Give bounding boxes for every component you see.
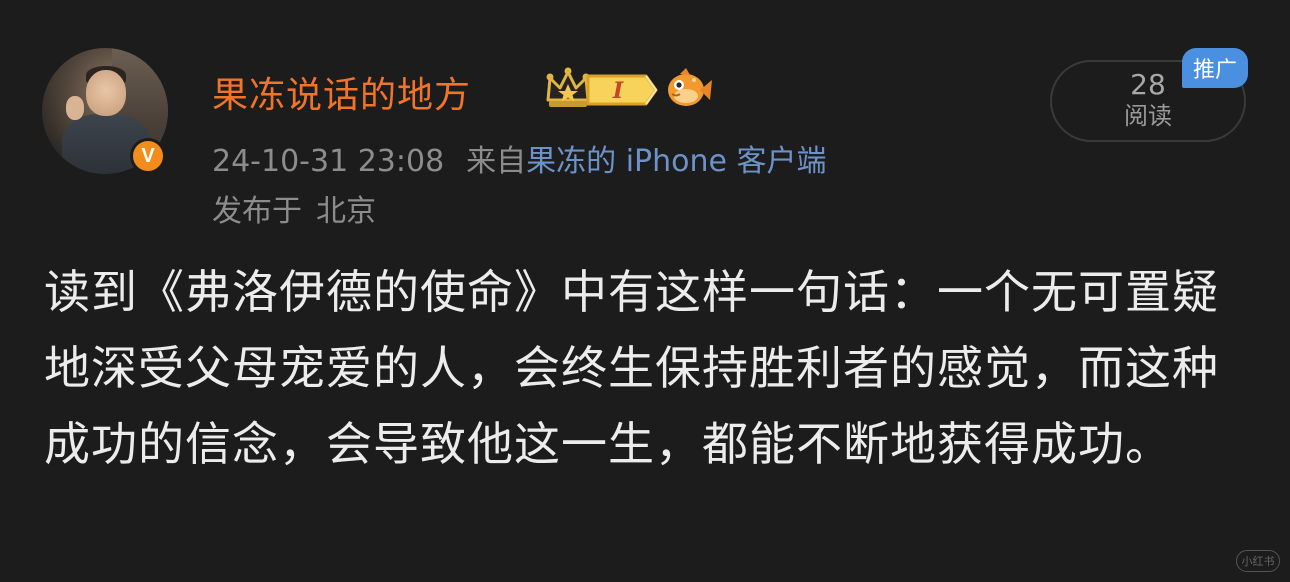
fish-icon[interactable] xyxy=(664,66,714,112)
avatar-hand xyxy=(66,96,84,120)
level-badge-icon[interactable]: I xyxy=(584,72,660,108)
post-timestamp: 24-10-31 23:08 xyxy=(212,144,445,179)
location-name: 北京 xyxy=(316,194,376,229)
client-link[interactable]: 果冻的 iPhone 客户端 xyxy=(526,144,826,179)
weibo-post: V 果冻说话的地方 I 24-10-31 23:08 来自果冻的 iPhone 客… xyxy=(0,0,1290,582)
watermark-logo: 小红书 xyxy=(1236,550,1280,572)
location-prefix: 发布于 xyxy=(212,194,302,229)
post-meta: 24-10-31 23:08 来自果冻的 iPhone 客户端 xyxy=(212,136,827,180)
post-location: 发布于 北京 xyxy=(212,186,376,230)
post-body: 读到《弗洛伊德的使命》中有这样一句话：一个无可置疑地深受父母宠爱的人，会终生保持… xyxy=(44,265,1219,471)
promote-button[interactable]: 推广 xyxy=(1182,48,1248,88)
username[interactable]: 果冻说话的地方 xyxy=(212,66,471,118)
level-badge-text: I xyxy=(612,78,624,104)
read-label: 阅读 xyxy=(1124,102,1172,130)
verified-icon: V xyxy=(130,138,166,174)
avatar-head xyxy=(86,70,126,116)
source-prefix: 来自 xyxy=(466,144,527,179)
